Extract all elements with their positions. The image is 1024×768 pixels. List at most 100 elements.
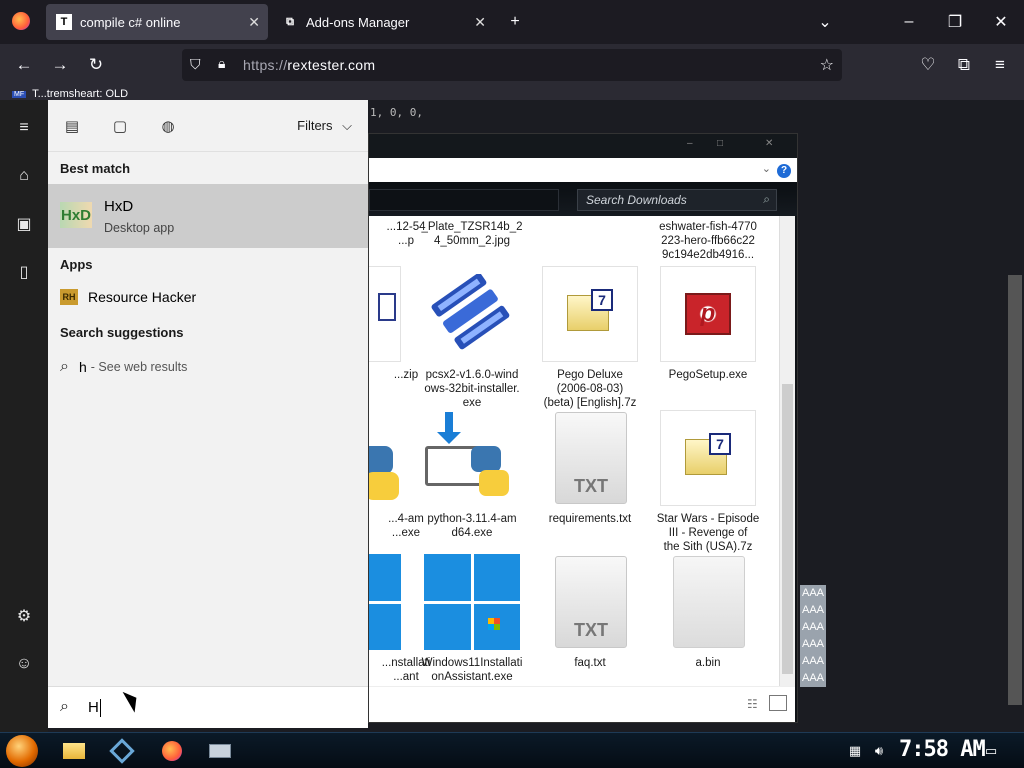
notifications-icon[interactable]: ▭: [982, 742, 1000, 760]
scrollbar-thumb[interactable]: [782, 384, 793, 674]
forward-arrow-icon[interactable]: →: [48, 53, 72, 77]
firefox-menu-icon[interactable]: [12, 12, 30, 30]
apps-filter-icon[interactable]: ▤: [62, 116, 82, 136]
address-dropdown-icon[interactable]: ⌄: [762, 162, 771, 175]
pego-icon: p: [685, 293, 731, 335]
aaa-line: AAA: [801, 604, 824, 616]
reload-icon[interactable]: ↻: [84, 53, 108, 77]
restore-button[interactable]: ❐: [943, 10, 967, 34]
python-icon[interactable]: [369, 446, 401, 502]
web-suggestion[interactable]: ⌕ h - See web results: [60, 358, 187, 376]
extensions-icon[interactable]: ⧉: [952, 53, 976, 77]
best-match-result[interactable]: HxD HxD Desktop app: [48, 184, 368, 248]
hamburger-menu-icon[interactable]: ≡: [12, 116, 36, 140]
bookmark-star-icon[interactable]: ☆: [820, 55, 834, 75]
settings-gear-icon[interactable]: ⚙: [12, 604, 36, 628]
volume-icon[interactable]: 🔊︎: [870, 742, 888, 760]
generic-file-icon[interactable]: [673, 556, 745, 648]
txt-file-icon[interactable]: TXT: [555, 556, 627, 648]
page-scrollbar[interactable]: [1008, 275, 1022, 705]
file-item[interactable]: _Plate_TZSR14b_2 4_50mm_2.jpg: [417, 220, 527, 248]
account-icon[interactable]: ☺: [12, 652, 36, 676]
file-item[interactable]: pcsx2-v1.6.0-wind ows-32bit-installer. e…: [417, 368, 527, 410]
explorer-maximize-icon[interactable]: □: [717, 138, 723, 149]
file-thumbnail[interactable]: p: [660, 266, 756, 362]
bookmarks-toolbar: MF T...tremsheart: OLD: [0, 86, 1024, 100]
code-line: 1, 0, 0,: [370, 106, 423, 119]
tracking-shield-icon[interactable]: ⛉: [190, 56, 201, 73]
close-tab-icon[interactable]: ✕: [248, 14, 260, 31]
taskbar-clock[interactable]: 7:58 AM: [899, 737, 986, 762]
bookmark-item[interactable]: MF T...tremsheart: OLD: [12, 88, 128, 100]
bookmark-label: T...tremsheart: OLD: [32, 88, 129, 100]
file-item[interactable]: requirements.txt: [535, 512, 645, 526]
file-item[interactable]: Windows11Installati onAssistant.exe: [417, 656, 527, 684]
start-orb-button[interactable]: [6, 735, 38, 767]
file-item[interactable]: a.bin: [653, 656, 763, 670]
tab-add-ons-manager[interactable]: ⧉ Add-ons Manager ✕: [272, 4, 494, 40]
url-bar[interactable]: ⛉ 🔒︎ https://rextester.com ☆: [182, 49, 842, 81]
new-tab-button[interactable]: +: [503, 10, 527, 34]
file-thumbnail[interactable]: [369, 266, 401, 362]
file-thumbnail[interactable]: 7: [542, 266, 638, 362]
aaa-line: AAA: [801, 621, 824, 633]
windows-logo-icon[interactable]: [424, 554, 520, 650]
txt-file-icon[interactable]: TXT: [555, 412, 627, 504]
aaa-line: AAA: [801, 655, 824, 667]
remote-desktop-icon[interactable]: [208, 739, 232, 763]
file-thumbnail[interactable]: 7: [660, 410, 756, 506]
file-item[interactable]: faq.txt: [535, 656, 645, 670]
file-item[interactable]: Pego Deluxe (2006-08-03) (beta) [English…: [535, 368, 645, 410]
firefox-icon[interactable]: [160, 739, 184, 763]
app-result-resource-hacker[interactable]: RH Resource Hacker: [60, 289, 196, 305]
home-icon[interactable]: ⌂: [12, 164, 36, 188]
file-name: a.bin: [695, 657, 721, 669]
start-search-box[interactable]: ⌕ H: [48, 686, 368, 728]
explorer-minimize-icon[interactable]: –: [687, 138, 693, 149]
minimize-button[interactable]: –: [897, 10, 921, 34]
app-menu-icon[interactable]: ≡: [988, 53, 1012, 77]
explorer-vertical-scrollbar[interactable]: [779, 216, 795, 686]
windows-logo-icon[interactable]: [369, 554, 401, 650]
search-input-value: H: [88, 699, 99, 716]
filters-dropdown[interactable]: Filters ⌵: [297, 118, 352, 134]
explorer-address-bar[interactable]: ⌄: [369, 158, 797, 182]
file-name: eshwater-fish-4770 223-hero-ffb66c22 9c1…: [659, 221, 757, 261]
explorer-title-bar[interactable]: – □ ✕: [369, 134, 797, 158]
help-icon[interactable]: ?: [777, 164, 791, 178]
file-grid: ...12-54 ...p _Plate_TZSR14b_2 4_50mm_2.…: [369, 216, 779, 686]
tab-compile-csharp[interactable]: T compile c# online ✕: [46, 4, 268, 40]
file-item[interactable]: python-3.11.4-am d64.exe: [417, 512, 527, 540]
pocket-icon[interactable]: ♡: [916, 53, 940, 77]
toolbar-field[interactable]: [369, 189, 559, 211]
large-icons-view-icon[interactable]: [769, 695, 787, 711]
file-item[interactable]: eshwater-fish-4770 223-hero-ffb66c22 9c1…: [653, 220, 763, 262]
back-arrow-icon[interactable]: ←: [12, 53, 36, 77]
web-globe-icon[interactable]: ◍: [158, 116, 178, 136]
search-downloads-input[interactable]: Search Downloads ⌕: [577, 189, 777, 211]
lock-icon[interactable]: 🔒︎: [218, 55, 225, 72]
file-item[interactable]: PegoSetup.exe: [653, 368, 763, 382]
documents-filter-icon[interactable]: ▢: [110, 116, 130, 136]
url-text[interactable]: https://rextester.com: [243, 57, 375, 73]
close-tab-icon[interactable]: ✕: [474, 14, 486, 31]
pcsx2-icon[interactable]: [425, 273, 517, 350]
file-explorer-icon[interactable]: [62, 739, 86, 763]
explorer-close-icon[interactable]: ✕: [765, 138, 773, 149]
python-installer-icon[interactable]: [423, 412, 519, 508]
phone-icon[interactable]: ▯: [12, 260, 36, 284]
puzzle-icon: ⧉: [286, 15, 294, 28]
7z-badge-icon: 7: [591, 289, 613, 311]
network-icon[interactable]: ▦: [846, 742, 864, 760]
documents-icon[interactable]: ▣: [12, 212, 36, 236]
details-view-icon[interactable]: ☷: [747, 697, 758, 711]
aaa-line: AAA: [801, 587, 824, 599]
pinned-app-icon[interactable]: [109, 738, 135, 764]
file-name: Pego Deluxe (2006-08-03) (beta) [English…: [543, 369, 637, 409]
file-name: PegoSetup.exe: [668, 369, 748, 381]
file-item[interactable]: Star Wars - Episode III - Revenge of the…: [653, 512, 763, 554]
close-window-button[interactable]: ✕: [989, 10, 1013, 34]
explorer-toolbar: Search Downloads ⌕: [369, 182, 797, 216]
list-tabs-chevron-icon[interactable]: ⌄: [813, 10, 837, 34]
app-result-name: Resource Hacker: [88, 289, 197, 305]
